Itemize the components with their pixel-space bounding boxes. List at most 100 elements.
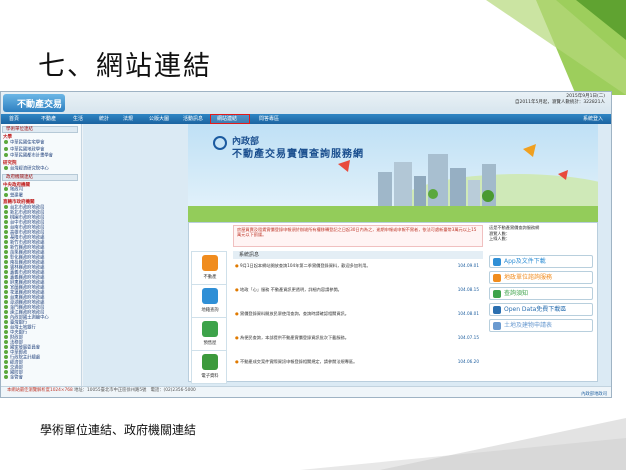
sidebar-item-label: 金管會 (10, 375, 23, 381)
sidebar-section-government[interactable]: 政府機關連結 (2, 174, 78, 181)
bullet-icon (4, 365, 8, 369)
side-link-button[interactable]: 查詢須知 (489, 287, 593, 300)
menu-map[interactable]: 公版大圖 (149, 115, 169, 122)
sidebar-item[interactable]: 金管會 (4, 375, 23, 381)
news-text: 為便民查詢，本部提供不動產實價登錄資訊批次下載服務。 (240, 335, 349, 340)
sidebar-item[interactable]: 中華民國地政學會 (4, 146, 45, 152)
link-icon (493, 258, 501, 266)
content-panel: 不動產地籍查詢預售屋電子資料 房屋買賣及租賃實價登錄申報須於辦竣所有權移轉登記之… (188, 222, 598, 384)
sidebar-item[interactable]: 中華民國都市計畫學會 (4, 153, 53, 159)
bullet-icon (4, 310, 8, 314)
bullet-icon (4, 187, 8, 191)
site-logo[interactable]: 不動產交易 (3, 94, 65, 112)
sidebar-item[interactable]: 中華民國住宅學會 (4, 140, 44, 146)
side-link-button[interactable]: 土地及建物申請表 (489, 319, 593, 332)
side-link-label: 查詢須知 (504, 290, 529, 297)
news-item[interactable]: ● 不動產成交案件實際資訊申報登錄相關規定，請參閱法規專區。 104.06.20 (235, 359, 479, 364)
news-item[interactable]: ● 實價登錄資料開放民眾使用查詢，查詢時請確認相關資訊。 104.08.01 (235, 311, 479, 316)
footer-line2: 地址：10055臺北市中正區徐州路5號 電話：(02)2356-5000 (74, 388, 196, 393)
menu-life[interactable]: 生活 (73, 115, 83, 122)
menu-stats[interactable]: 統計 (99, 115, 109, 122)
footer-right[interactable]: 內政部地政司 (581, 391, 607, 397)
quick-icon-button[interactable]: 不動產 (191, 251, 227, 285)
news-date: 104.09.01 (457, 263, 479, 268)
quick-icon-button[interactable]: 地籍查詢 (191, 284, 227, 318)
service-icon (202, 354, 218, 370)
sidebar-section-academic[interactable]: 學術單位連結 (2, 126, 78, 133)
news-text: 地政「心」服務 不動產資訊更透明，詳細內容請參閱。 (240, 287, 342, 292)
quick-icon-button[interactable]: 預售屋 (191, 317, 227, 351)
news-item[interactable]: ● 為便民查詢，本部提供不動產實價登錄資訊批次下載服務。 104.07.15 (235, 335, 479, 340)
service-icon (202, 288, 218, 304)
side-link-button[interactable]: 地政單位諮詢服務 (489, 271, 593, 284)
bullet-icon (4, 166, 8, 170)
service-icon (202, 255, 218, 271)
sidebar-item[interactable]: 台灣經濟研究院中心 (4, 166, 49, 172)
ministry-emblem-icon (213, 136, 227, 150)
bullet-icon (4, 375, 8, 379)
menu-law[interactable]: 法規 (123, 115, 133, 122)
menu-home[interactable]: 首頁 (9, 115, 19, 122)
quick-icon-label: 不動產 (203, 275, 217, 280)
bullet-icon (4, 300, 8, 304)
side-link-button[interactable]: App及文件下載 (489, 255, 593, 268)
header-visitors: 自2011年5月起，瀏覽人數統計：322821人 (515, 100, 605, 105)
footer-line1: 本網站最佳瀏覽解析度1024×768 (7, 388, 73, 393)
bullet-icon (4, 255, 8, 259)
bullet-icon (4, 355, 8, 359)
notice-box: 房屋買賣及租賃實價登錄申報須於辦竣所有權移轉登記之日起30日內為之，逾期申報或申… (233, 225, 483, 247)
news-date: 104.07.15 (457, 335, 479, 340)
bullet-icon (4, 275, 8, 279)
bullet-icon (4, 250, 8, 254)
news-date: 104.08.15 (457, 287, 479, 292)
bullet-icon (4, 360, 8, 364)
bullet-icon (4, 345, 8, 349)
bullet-icon (4, 210, 8, 214)
presentation-slide: 七、網站連結 不動產交易 2015年9月1日(二) 自2011年5月起，瀏覽人數… (0, 0, 626, 470)
menu-faq[interactable]: 問答專區 (259, 115, 279, 122)
sidebar-item-label: 中華民國地政學會 (10, 147, 45, 152)
sidebar-item-label: 中華民國都市計畫學會 (10, 153, 53, 159)
sidebar-item[interactable]: 營建署 (4, 192, 23, 198)
menu-highlight-box (210, 114, 250, 124)
news-date: 104.08.01 (457, 311, 479, 316)
bullet-icon (4, 315, 8, 319)
bullet-icon (4, 146, 8, 151)
news-item[interactable]: ● 地政「心」服務 不動產資訊更透明，詳細內容請參閱。 104.08.15 (235, 287, 479, 292)
site-footer: 本網站最佳瀏覽解析度1024×768 地址：10055臺北市中正區徐州路5號 電… (1, 386, 611, 397)
quick-icon-label: 預售屋 (203, 341, 217, 346)
side-link-button[interactable]: Open Data免費下載區 (489, 303, 593, 316)
decorative-gray-shapes (0, 418, 626, 470)
site-header: 不動產交易 2015年9月1日(二) 自2011年5月起，瀏覽人數統計：3228… (1, 92, 611, 114)
header-info: 2015年9月1日(二) 自2011年5月起，瀏覽人數統計：322821人 (515, 94, 605, 106)
bullet-icon (4, 270, 8, 274)
footer-text: 本網站最佳瀏覽解析度1024×768 地址：10055臺北市中正區徐州路5號 電… (7, 388, 196, 393)
bullet-icon (4, 280, 8, 284)
news-item[interactable]: ● 9月1日起本網站開放查詢104年第二季實價登錄資料，歡迎多加利用。 104.0… (235, 263, 479, 268)
slide-title: 七、網站連結 (38, 51, 212, 82)
sidebar-item-label: 中華民國住宅學會 (10, 140, 45, 146)
bullet-icon (4, 330, 8, 334)
bullet-icon (4, 320, 8, 324)
link-icon (493, 290, 501, 298)
bullet-icon (4, 245, 8, 249)
link-icon (493, 306, 501, 314)
bullet-icon (4, 235, 8, 239)
menu-events[interactable]: 活動訊息 (183, 115, 203, 122)
quick-icon-label: 地籍查詢 (201, 308, 219, 313)
bullet-icon (4, 335, 8, 339)
bullet-icon (4, 265, 8, 269)
quick-icon-button[interactable]: 電子資料 (191, 350, 227, 384)
bullet-icon (4, 153, 8, 157)
menu-realestate[interactable]: 不動產 (41, 115, 56, 122)
bullet-icon (4, 295, 8, 299)
site-title: 不動產交易實價查詢服務網 (232, 149, 364, 160)
sidebar: 學術單位連結 大學 中華民國住宅學會 中華民國地政學會 中華民國都市計畫學會 研究院… (1, 124, 82, 386)
link-icon (493, 322, 501, 330)
kite-icon (338, 160, 350, 172)
website-screenshot: 不動產交易 2015年9月1日(二) 自2011年5月起，瀏覽人數統計：3228… (0, 91, 612, 398)
login-link[interactable]: 系統登入 (583, 115, 603, 122)
side-link-label: 地政單位諮詢服務 (504, 274, 553, 281)
service-icon (202, 321, 218, 337)
bullet-icon (4, 140, 8, 144)
